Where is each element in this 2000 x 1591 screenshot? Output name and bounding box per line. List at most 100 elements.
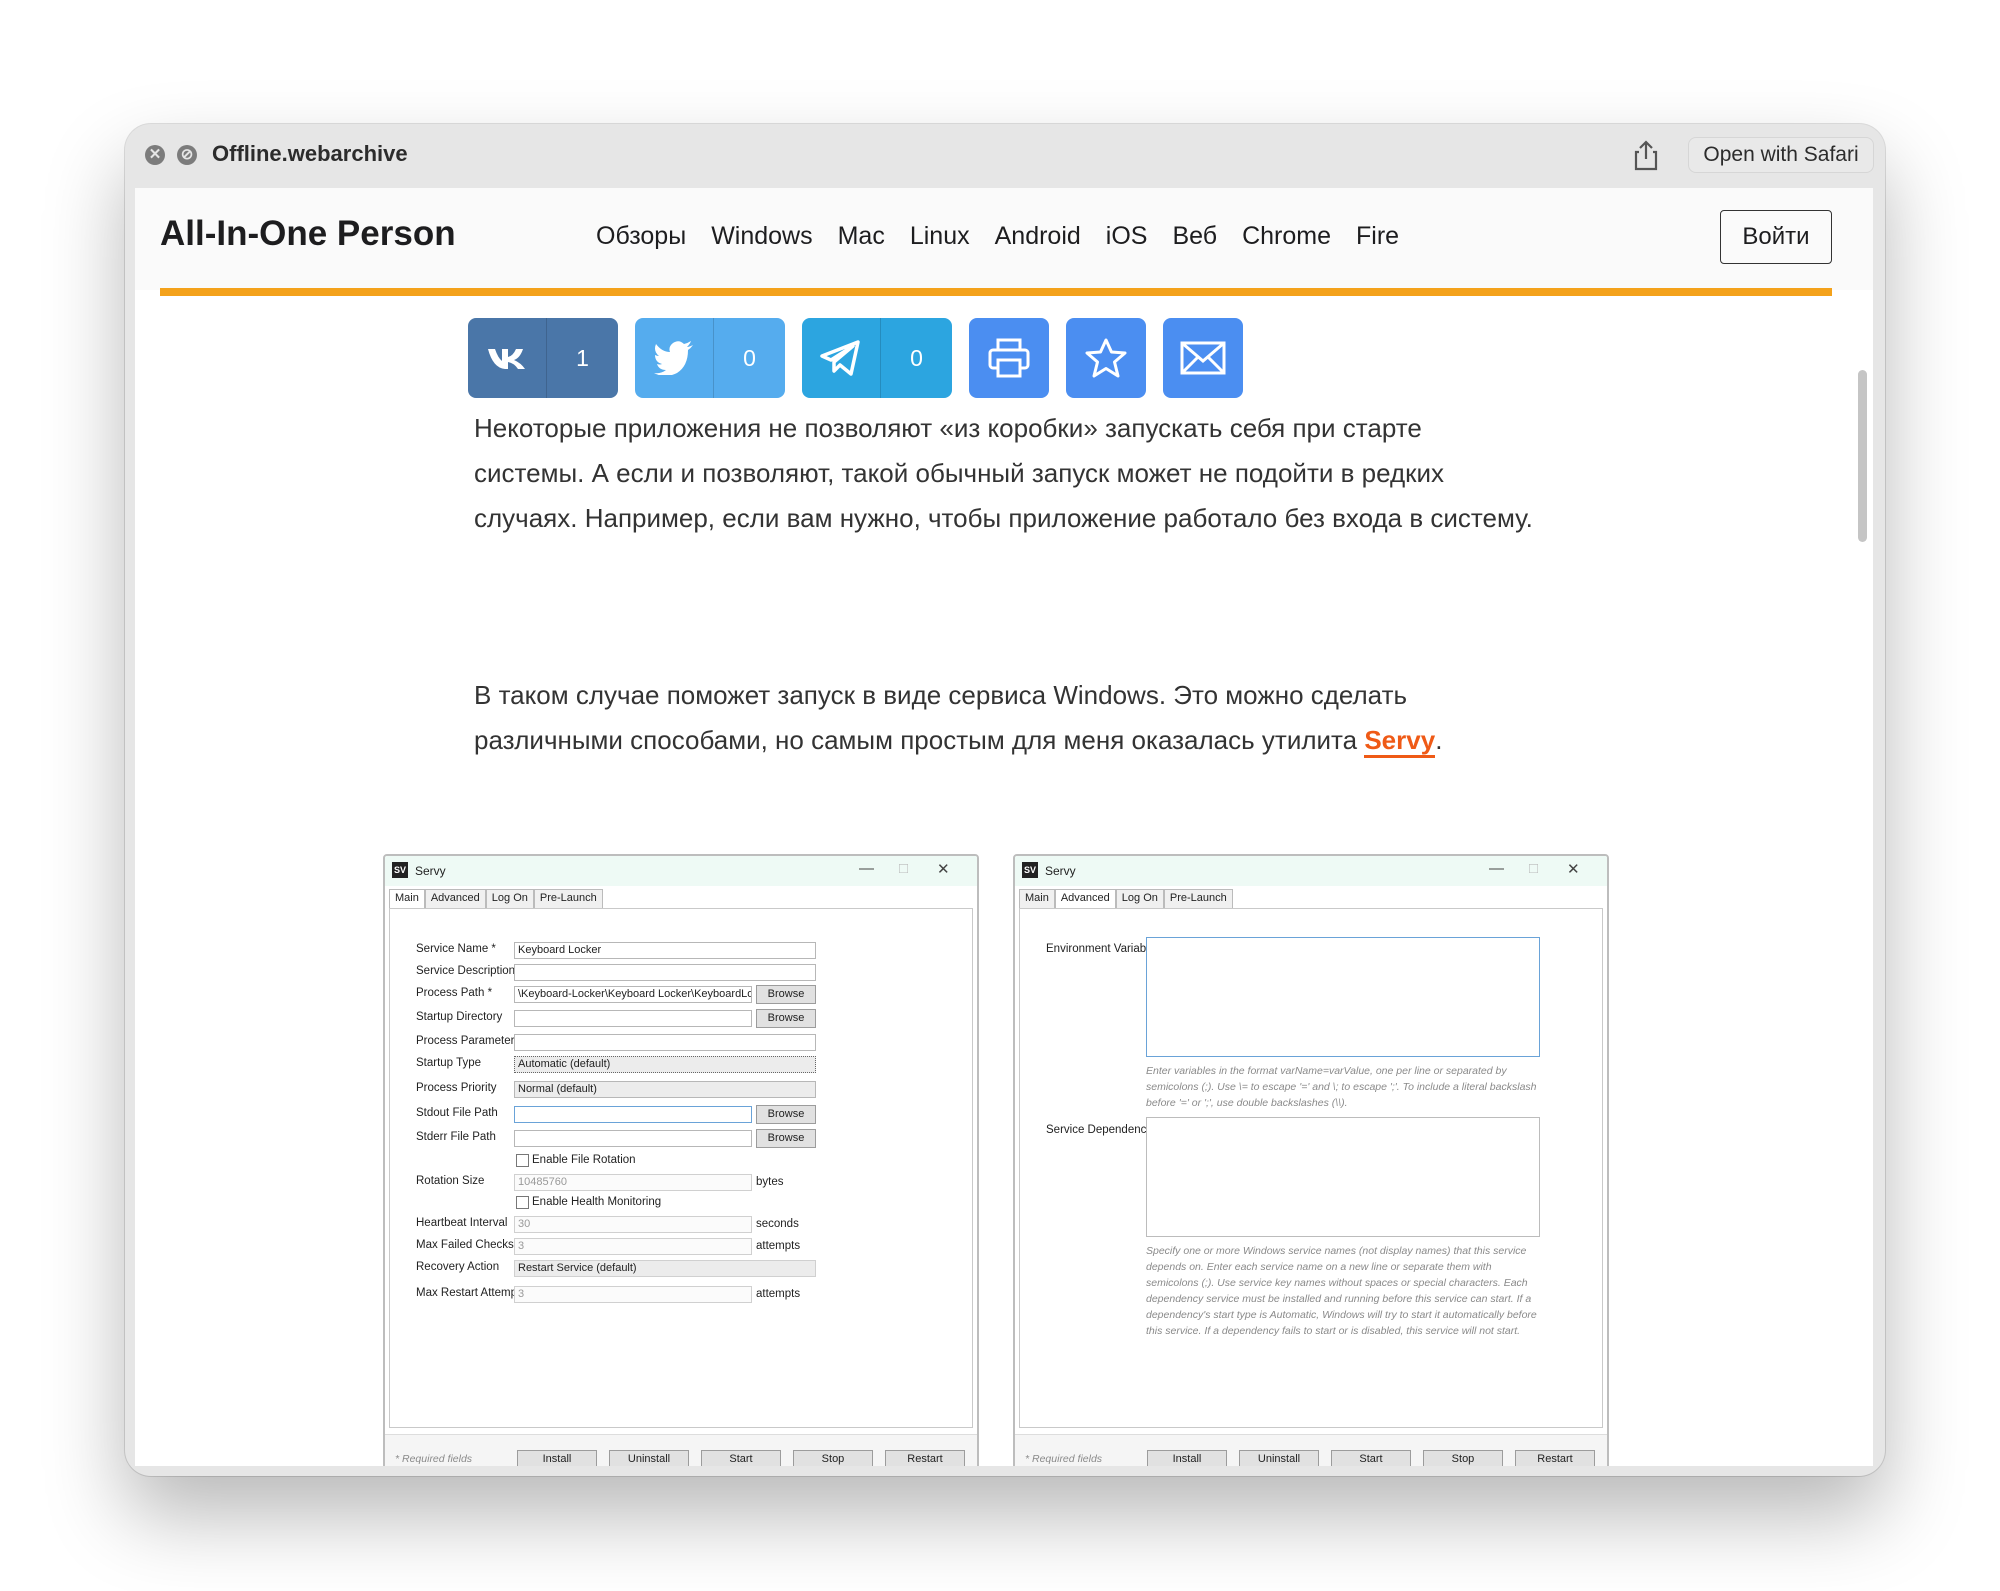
- quicklook-titlebar: ✕ ⊘ Offline.webarchive Open with Safari: [125, 124, 1885, 186]
- close-icon[interactable]: ✕: [145, 145, 165, 165]
- servy-tabs: Main Advanced Log On Pre-Launch: [389, 889, 603, 909]
- web-content: All-In-One Person Обзоры Windows Mac Lin…: [135, 188, 1873, 1466]
- servy-titlebar: SV Servy — □ ✕: [1015, 856, 1607, 886]
- email-share-button[interactable]: [1163, 318, 1243, 398]
- nav-item-ios[interactable]: iOS: [1106, 222, 1148, 251]
- login-button[interactable]: Войти: [1720, 210, 1832, 264]
- label-process-parameters: Process Parameters: [416, 1035, 521, 1047]
- label-startup-directory: Startup Directory: [416, 1011, 503, 1023]
- print-icon: [969, 318, 1049, 398]
- label-stderr: Stderr File Path: [416, 1131, 496, 1143]
- checkbox-file-rotation: [516, 1154, 529, 1167]
- unit-attempts: attempts: [756, 1288, 801, 1300]
- required-note: * Required fields: [1025, 1453, 1103, 1465]
- quicklook-window: ✕ ⊘ Offline.webarchive Open with Safari …: [125, 124, 1885, 1476]
- servy-footer: * Required fields Install Uninstall Star…: [385, 1434, 977, 1466]
- label-startup-type: Startup Type: [416, 1057, 481, 1069]
- favorite-button[interactable]: [1066, 318, 1146, 398]
- tab-main: Main: [1019, 889, 1055, 909]
- servy-link[interactable]: Servy: [1364, 725, 1436, 758]
- browse-button: Browse: [756, 1105, 816, 1124]
- servy-advanced-screenshot: SV Servy — □ ✕ Main Advanced Log On Pre-…: [1013, 854, 1609, 1466]
- nav-item-linux[interactable]: Linux: [910, 222, 970, 251]
- paragraph-2-text: В таком случае поможет запуск в виде сер…: [474, 680, 1408, 755]
- stop-button: Stop: [793, 1450, 873, 1466]
- install-button: Install: [1147, 1450, 1227, 1466]
- main-nav: Обзоры Windows Mac Linux Android iOS Веб…: [596, 222, 1424, 251]
- servy-logo: SV: [392, 862, 408, 878]
- mail-icon: [1163, 318, 1243, 398]
- vk-icon: [468, 318, 546, 398]
- field-heartbeat: 30: [514, 1216, 752, 1233]
- servy-window-title: Servy: [1045, 864, 1076, 878]
- nav-item-fire[interactable]: Fire: [1356, 222, 1399, 251]
- nav-item-mac[interactable]: Mac: [838, 222, 885, 251]
- close-icon: ✕: [937, 861, 950, 878]
- label-service-name: Service Name *: [416, 943, 496, 955]
- unit-bytes: bytes: [756, 1176, 784, 1188]
- field-max-restart: 3: [514, 1286, 752, 1303]
- field-process-path: \Keyboard-Locker\Keyboard Locker\Keyboar…: [514, 986, 752, 1003]
- servy-tabs: Main Advanced Log On Pre-Launch: [1019, 889, 1233, 909]
- share-icon[interactable]: [1631, 139, 1661, 171]
- nav-item-windows[interactable]: Windows: [711, 222, 812, 251]
- label-service-dependencies: Service Dependencies: [1046, 1124, 1162, 1136]
- stop-button: Stop: [1423, 1450, 1503, 1466]
- print-button[interactable]: [969, 318, 1049, 398]
- service-dependencies-hint: Specify one or more Windows service name…: [1146, 1245, 1537, 1337]
- restart-button: Restart: [1515, 1450, 1595, 1466]
- maximize-icon: □: [1529, 860, 1539, 877]
- tab-advanced: Advanced: [424, 889, 486, 909]
- unit-attempts: attempts: [756, 1240, 801, 1252]
- article-paragraph-2: В таком случае поможет запуск в виде сер…: [474, 673, 1534, 763]
- site-header: All-In-One Person Обзоры Windows Mac Lin…: [135, 188, 1873, 290]
- browse-button: Browse: [756, 1009, 816, 1028]
- uninstall-button: Uninstall: [1239, 1450, 1319, 1466]
- twitter-share-count: 0: [713, 318, 785, 398]
- nav-item-reviews[interactable]: Обзоры: [596, 222, 686, 251]
- servy-window-title: Servy: [415, 864, 446, 878]
- telegram-share-button[interactable]: 0: [802, 318, 952, 398]
- servy-footer: * Required fields Install Uninstall Star…: [1015, 1434, 1607, 1466]
- servy-logo: SV: [1022, 862, 1038, 878]
- label-service-description: Service Description: [416, 965, 516, 977]
- telegram-icon: [802, 318, 880, 398]
- twitter-icon: [635, 318, 713, 398]
- field-service-name: Keyboard Locker: [514, 942, 816, 959]
- nav-item-android[interactable]: Android: [995, 222, 1081, 251]
- paragraph-2-end: .: [1435, 725, 1443, 755]
- tab-log-on: Log On: [1115, 889, 1164, 909]
- label-environment-variables: Environment Variables: [1046, 943, 1161, 955]
- select-recovery: Restart Service (default): [514, 1260, 816, 1277]
- vertical-scrollbar[interactable]: [1858, 370, 1867, 542]
- label-max-failed: Max Failed Checks: [416, 1239, 514, 1251]
- field-process-parameters: [514, 1034, 816, 1051]
- servy-main-screenshot: SV Servy — □ ✕ Main Advanced Log On Pre-…: [383, 854, 979, 1466]
- environment-variables-textarea: [1146, 937, 1540, 1057]
- minimize-icon: —: [859, 860, 874, 877]
- tab-log-on: Log On: [485, 889, 534, 909]
- vk-share-button[interactable]: 1: [468, 318, 618, 398]
- nav-item-web[interactable]: Веб: [1172, 222, 1217, 251]
- close-icon: ✕: [1567, 861, 1580, 878]
- site-brand[interactable]: All-In-One Person: [160, 214, 456, 254]
- twitter-share-button[interactable]: 0: [635, 318, 785, 398]
- open-with-safari-button[interactable]: Open with Safari: [1688, 137, 1874, 173]
- restart-button: Restart: [885, 1450, 965, 1466]
- browse-button: Browse: [756, 1129, 816, 1148]
- start-button: Start: [1331, 1450, 1411, 1466]
- field-stderr: [514, 1130, 752, 1147]
- label-rotation-size: Rotation Size: [416, 1175, 485, 1187]
- article-paragraph-1: Некоторые приложения не позволяют «из ко…: [474, 413, 1533, 533]
- field-startup-directory: [514, 1010, 752, 1027]
- environment-variables-hint: Enter variables in the format varName=va…: [1146, 1065, 1537, 1109]
- tab-pre-launch: Pre-Launch: [1163, 889, 1233, 909]
- field-stdout: [514, 1106, 752, 1123]
- start-button: Start: [701, 1450, 781, 1466]
- hide-icon[interactable]: ⊘: [177, 145, 197, 165]
- label-process-priority: Process Priority: [416, 1082, 497, 1094]
- nav-item-chrome[interactable]: Chrome: [1242, 222, 1331, 251]
- select-startup-type: Automatic (default): [514, 1056, 816, 1073]
- file-title: Offline.webarchive: [212, 141, 408, 166]
- field-max-failed: 3: [514, 1238, 752, 1255]
